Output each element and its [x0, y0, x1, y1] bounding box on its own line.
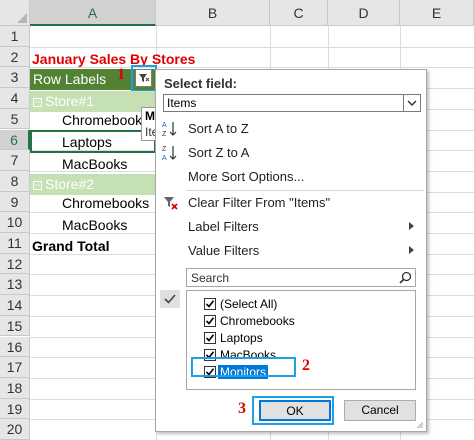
svg-text:Z: Z [162, 146, 167, 153]
row-labels-header[interactable]: Row Labels [33, 68, 106, 90]
row-header-8[interactable]: 8 [0, 170, 30, 192]
store1-label: Store#1 [45, 93, 95, 109]
select-field-dropdown[interactable]: Items [163, 94, 421, 112]
menu-value-filters[interactable]: Value Filters [156, 239, 426, 263]
row-header-1[interactable]: 1 [0, 26, 30, 47]
row-header-9[interactable]: 9 [0, 191, 30, 213]
store2-label: Store#2 [45, 176, 95, 192]
row-header-7[interactable]: 7 [0, 150, 30, 171]
clear-filter-icon [162, 194, 180, 212]
step-1-marker: 1 [117, 66, 125, 83]
collapse-icon[interactable]: − [33, 98, 42, 107]
checkbox[interactable] [204, 315, 216, 327]
active-cell-indicator [30, 130, 156, 153]
row-header-17[interactable]: 17 [0, 357, 30, 378]
menu-sort-z-to-a[interactable]: Z A Sort Z to A [156, 141, 426, 165]
menu-sort-a-to-z[interactable]: A Z Sort A to Z [156, 117, 426, 141]
resize-grip-icon[interactable] [416, 421, 424, 429]
column-header-c[interactable]: C [270, 0, 328, 26]
cancel-button[interactable]: Cancel [344, 400, 416, 421]
chevron-down-icon[interactable] [403, 95, 420, 111]
filter-search-input[interactable]: Search [186, 268, 416, 287]
svg-text:A: A [162, 155, 167, 162]
menu-label-filters[interactable]: Label Filters [156, 215, 426, 239]
menu-more-sort-options[interactable]: More Sort Options... [156, 165, 426, 189]
step-3-marker: 3 [238, 400, 246, 417]
select-field-value: Items [167, 96, 197, 110]
collapse-icon[interactable]: − [33, 181, 42, 190]
monitors-callout [191, 357, 296, 377]
filter-icon [139, 74, 150, 82]
menu-clear-filter[interactable]: Clear Filter From "Items" [156, 191, 426, 215]
row-header-16[interactable]: 16 [0, 336, 30, 358]
filter-list-item-label: Laptops [220, 331, 263, 345]
sort-descending-icon: Z A [162, 144, 180, 162]
row-header-15[interactable]: 15 [0, 315, 30, 337]
svg-text:A: A [162, 122, 167, 129]
checkbox[interactable] [204, 332, 216, 344]
row-header-10[interactable]: 10 [0, 212, 30, 233]
submenu-arrow-icon [409, 222, 414, 230]
submenu-arrow-icon [409, 246, 414, 254]
pivot-title: January Sales By Stores [32, 51, 196, 67]
row-header-6[interactable]: 6 [0, 129, 30, 151]
checkmark-icon [160, 290, 180, 308]
store1-item-macbooks[interactable]: MacBooks [62, 153, 127, 175]
ok-button-callout [252, 396, 334, 425]
checkbox[interactable] [204, 298, 216, 310]
column-header-b[interactable]: B [156, 0, 270, 26]
row-header-18[interactable]: 18 [0, 377, 30, 399]
store1-item-chromebooks[interactable]: Chromebooks [62, 109, 149, 131]
sort-ascending-icon: A Z [162, 120, 180, 138]
store2-item-macbooks[interactable]: MacBooks [62, 214, 127, 236]
row-labels-filter-button[interactable] [135, 69, 152, 87]
store2-item-chromebooks[interactable]: Chromebooks [62, 192, 149, 214]
row-header-3[interactable]: 3 [0, 67, 30, 89]
grand-total-label[interactable]: Grand Total [32, 235, 110, 257]
row-header-13[interactable]: 13 [0, 274, 30, 296]
row-header-20[interactable]: 20 [0, 419, 30, 440]
filter-list-item-label: (Select All) [220, 297, 278, 311]
filter-dropdown-panel: Select field: Items A Z Sort A to Z Z A … [155, 69, 427, 432]
row-header-12[interactable]: 12 [0, 253, 30, 275]
row-header-4[interactable]: 4 [0, 88, 30, 109]
column-header-e[interactable]: E [400, 0, 474, 26]
step-2-marker: 2 [302, 357, 310, 374]
column-header-a[interactable]: A [30, 0, 156, 26]
row-header-5[interactable]: 5 [0, 108, 30, 130]
row-header-11[interactable]: 11 [0, 233, 30, 254]
svg-text:Z: Z [162, 131, 167, 138]
select-field-label: Select field: [164, 76, 237, 91]
filter-list-item-label: Chromebooks [220, 314, 295, 328]
column-header-d[interactable]: D [328, 0, 400, 26]
row-header-14[interactable]: 14 [0, 295, 30, 316]
row-header-19[interactable]: 19 [0, 398, 30, 420]
row-header-2[interactable]: 2 [0, 46, 30, 68]
select-all-corner[interactable] [0, 0, 30, 26]
search-icon [399, 271, 412, 287]
